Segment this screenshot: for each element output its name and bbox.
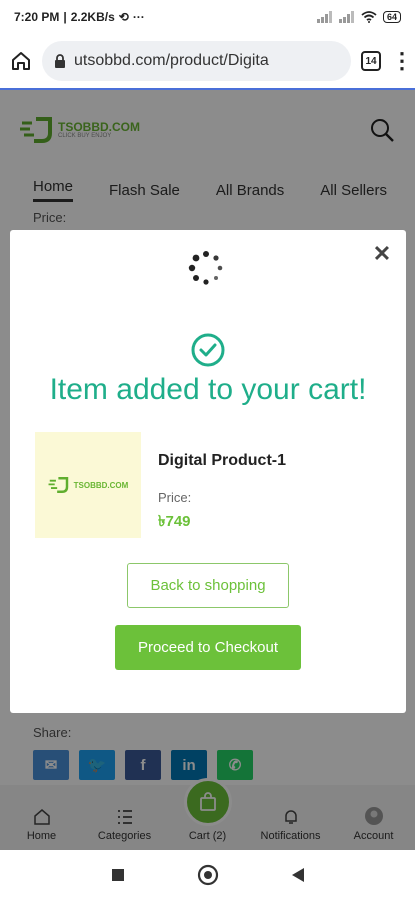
url-text: utsobbd.com/product/Digita xyxy=(74,52,269,69)
thumb-logo: TSOBBD.COM xyxy=(48,477,129,493)
close-icon[interactable]: ✕ xyxy=(372,243,392,265)
recents-icon[interactable] xyxy=(111,868,125,882)
proceed-to-checkout-button[interactable]: Proceed to Checkout xyxy=(115,625,301,670)
status-time: 7:20 PM xyxy=(14,10,60,24)
product-price: ৳749 xyxy=(158,513,191,530)
android-nav-bar xyxy=(0,850,415,900)
sync-icon: ⟲ xyxy=(118,10,129,24)
added-to-cart-modal: ✕ Item added to your cart! TSOBBD.COM Di… xyxy=(10,230,406,713)
back-icon[interactable] xyxy=(291,867,305,883)
logo-mark-icon xyxy=(48,477,68,493)
battery-icon: 64 xyxy=(382,11,401,23)
signal-icon-2 xyxy=(338,11,354,23)
signal-icon xyxy=(316,11,332,23)
product-thumbnail: TSOBBD.COM xyxy=(35,432,141,538)
browser-menu-icon[interactable]: ⋮ xyxy=(391,48,413,74)
wifi-icon xyxy=(361,11,377,23)
thumb-logo-text: TSOBBD.COM xyxy=(73,480,129,490)
status-right: 64 xyxy=(316,11,401,23)
browser-toolbar: utsobbd.com/product/Digita 14 ⋮ xyxy=(0,34,415,90)
status-speed: 2.2KB/s xyxy=(70,10,115,24)
home-circle-icon[interactable] xyxy=(197,864,219,886)
product-name: Digital Product-1 xyxy=(158,452,287,469)
tab-switcher-button[interactable]: 14 xyxy=(361,51,381,71)
status-more: ··· xyxy=(132,10,145,24)
check-circle-icon xyxy=(191,333,225,367)
loading-spinner-icon xyxy=(188,251,223,285)
price-label: Price: xyxy=(158,490,192,505)
address-bar[interactable]: utsobbd.com/product/Digita xyxy=(42,41,351,81)
home-icon[interactable] xyxy=(10,50,32,72)
lock-icon xyxy=(55,54,65,68)
modal-title: Item added to your cart! xyxy=(49,373,367,406)
status-left: 7:20 PM | 2.2KB/s ⟲ ··· xyxy=(14,10,145,24)
status-bar: 7:20 PM | 2.2KB/s ⟲ ··· 64 xyxy=(0,0,415,34)
back-to-shopping-button[interactable]: Back to shopping xyxy=(127,563,289,608)
